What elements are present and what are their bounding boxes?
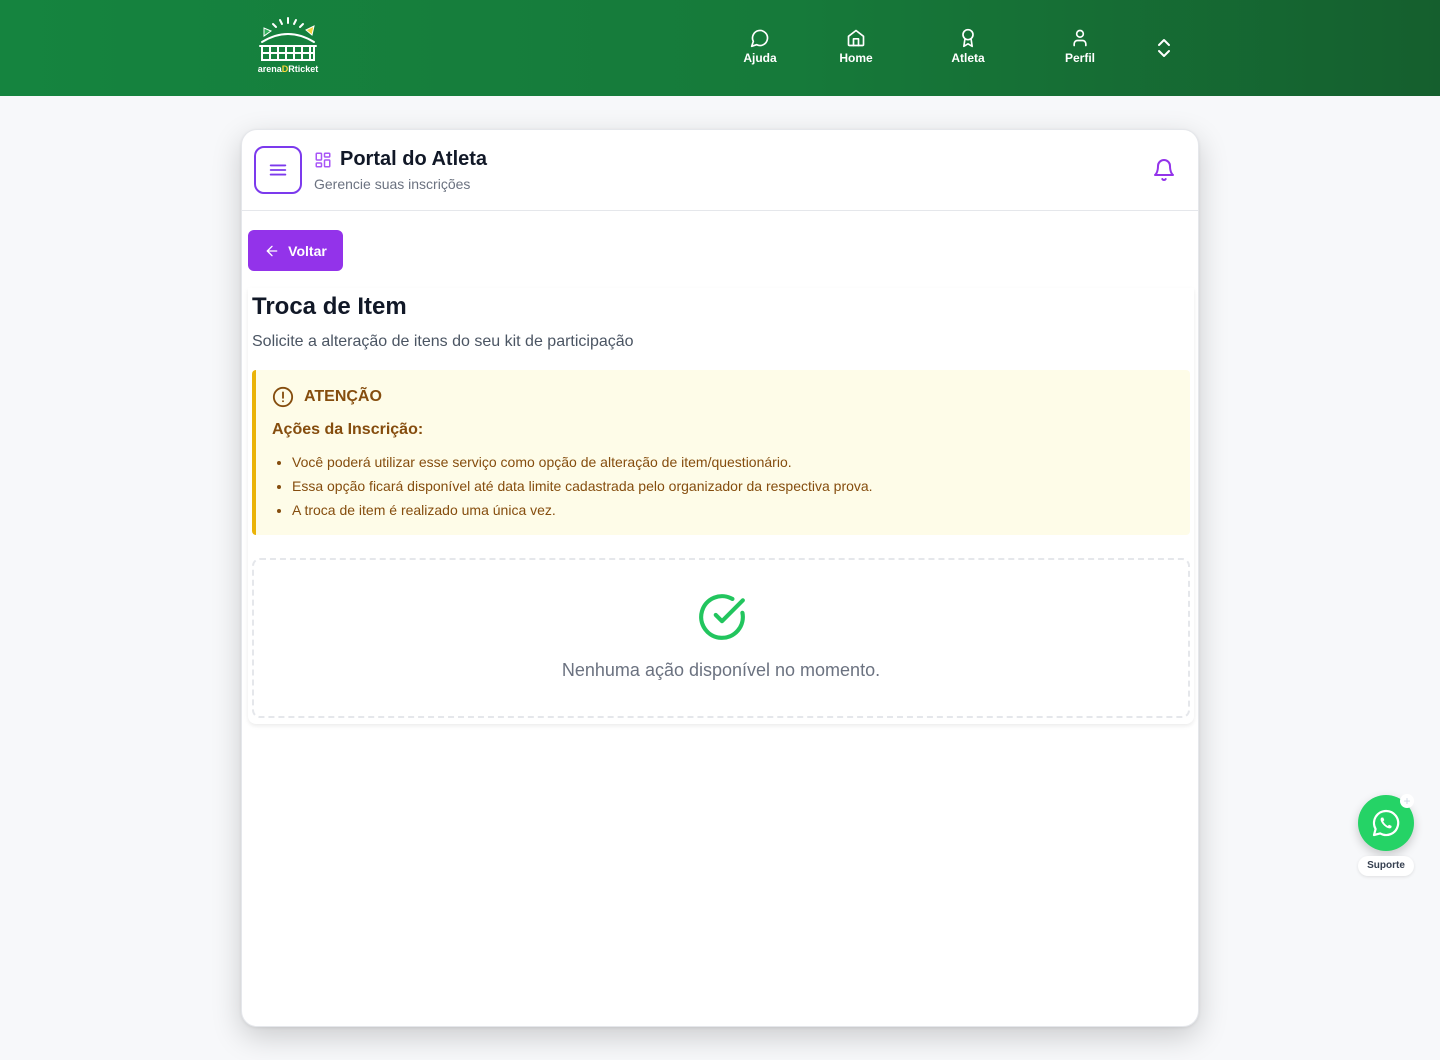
empty-state-message: Nenhuma ação disponível no momento.	[561, 660, 881, 680]
menu-button[interactable]	[254, 146, 302, 194]
alert-subtitle: Ações da Inscrição:	[272, 421, 424, 438]
back-button[interactable]: Voltar	[248, 230, 343, 271]
chevrons-up-down-icon	[1158, 39, 1170, 57]
stadium-logo-icon	[259, 17, 317, 61]
alert-list: Você poderá utilizar esse serviço como o…	[292, 450, 873, 522]
page-subtitle: Solicite a alteração de itens do seu kit…	[252, 333, 634, 350]
portal-card: Portal do Atleta Gerencie suas inscriçõe…	[241, 129, 1199, 1027]
nav-expand-toggle[interactable]	[1152, 36, 1176, 60]
arrow-left-icon	[266, 245, 278, 256]
alert-header: ATENÇÃO	[272, 386, 382, 408]
alert-circle-icon	[272, 386, 294, 408]
back-button-label: Voltar	[288, 242, 327, 259]
alert-list-item: Essa opção ficará disponível até data li…	[292, 474, 873, 498]
logo-text-left: arena	[257, 64, 282, 74]
award-icon	[962, 28, 974, 48]
nav-perfil-label: Perfil	[1064, 51, 1095, 65]
nav-atleta[interactable]: Atleta	[933, 28, 1003, 72]
nav-ajuda-label: Ajuda	[743, 51, 777, 65]
check-circle-icon	[699, 594, 745, 640]
whatsapp-icon	[1372, 809, 1400, 837]
support-label: Suporte	[1358, 856, 1414, 876]
top-navbar: arenaDRticket Ajuda Home Atleta Perfil	[0, 0, 1440, 96]
logo-wordmark: arenaDRticket	[254, 64, 322, 74]
troca-item-section: Troca de Item Solicite a alteração de it…	[248, 288, 1194, 724]
brand-logo[interactable]: arenaDRticket	[254, 16, 322, 76]
nav-perfil[interactable]: Perfil	[1045, 28, 1115, 72]
nav-home-label: Home	[839, 51, 873, 65]
bell-icon[interactable]	[1152, 158, 1176, 182]
alert-title: ATENÇÃO	[304, 388, 382, 405]
hamburger-icon	[269, 164, 287, 176]
nav-home[interactable]: Home	[821, 28, 891, 72]
alert-list-item: A troca de item é realizado uma única ve…	[292, 498, 873, 522]
alert-list-item: Você poderá utilizar esse serviço como o…	[292, 450, 873, 474]
page-title: Troca de Item	[252, 293, 407, 320]
empty-state: Nenhuma ação disponível no momento.	[252, 558, 1190, 718]
nav-ajuda[interactable]: Ajuda	[725, 28, 795, 72]
logo-text-right: Rticket	[288, 64, 319, 74]
user-icon	[1073, 29, 1087, 47]
portal-subtitle: Gerencie suas inscrições	[314, 176, 471, 192]
home-icon	[847, 29, 865, 47]
dashboard-grid-icon	[315, 152, 331, 168]
portal-title: Portal do Atleta	[340, 148, 488, 170]
attention-alert: ATENÇÃO Ações da Inscrição: Você poderá …	[252, 370, 1190, 535]
chat-bubble-icon	[750, 29, 769, 48]
nav-atleta-label: Atleta	[951, 51, 985, 65]
portal-header: Portal do Atleta Gerencie suas inscriçõe…	[242, 130, 1198, 211]
support-add-icon[interactable]: +	[1400, 794, 1414, 808]
